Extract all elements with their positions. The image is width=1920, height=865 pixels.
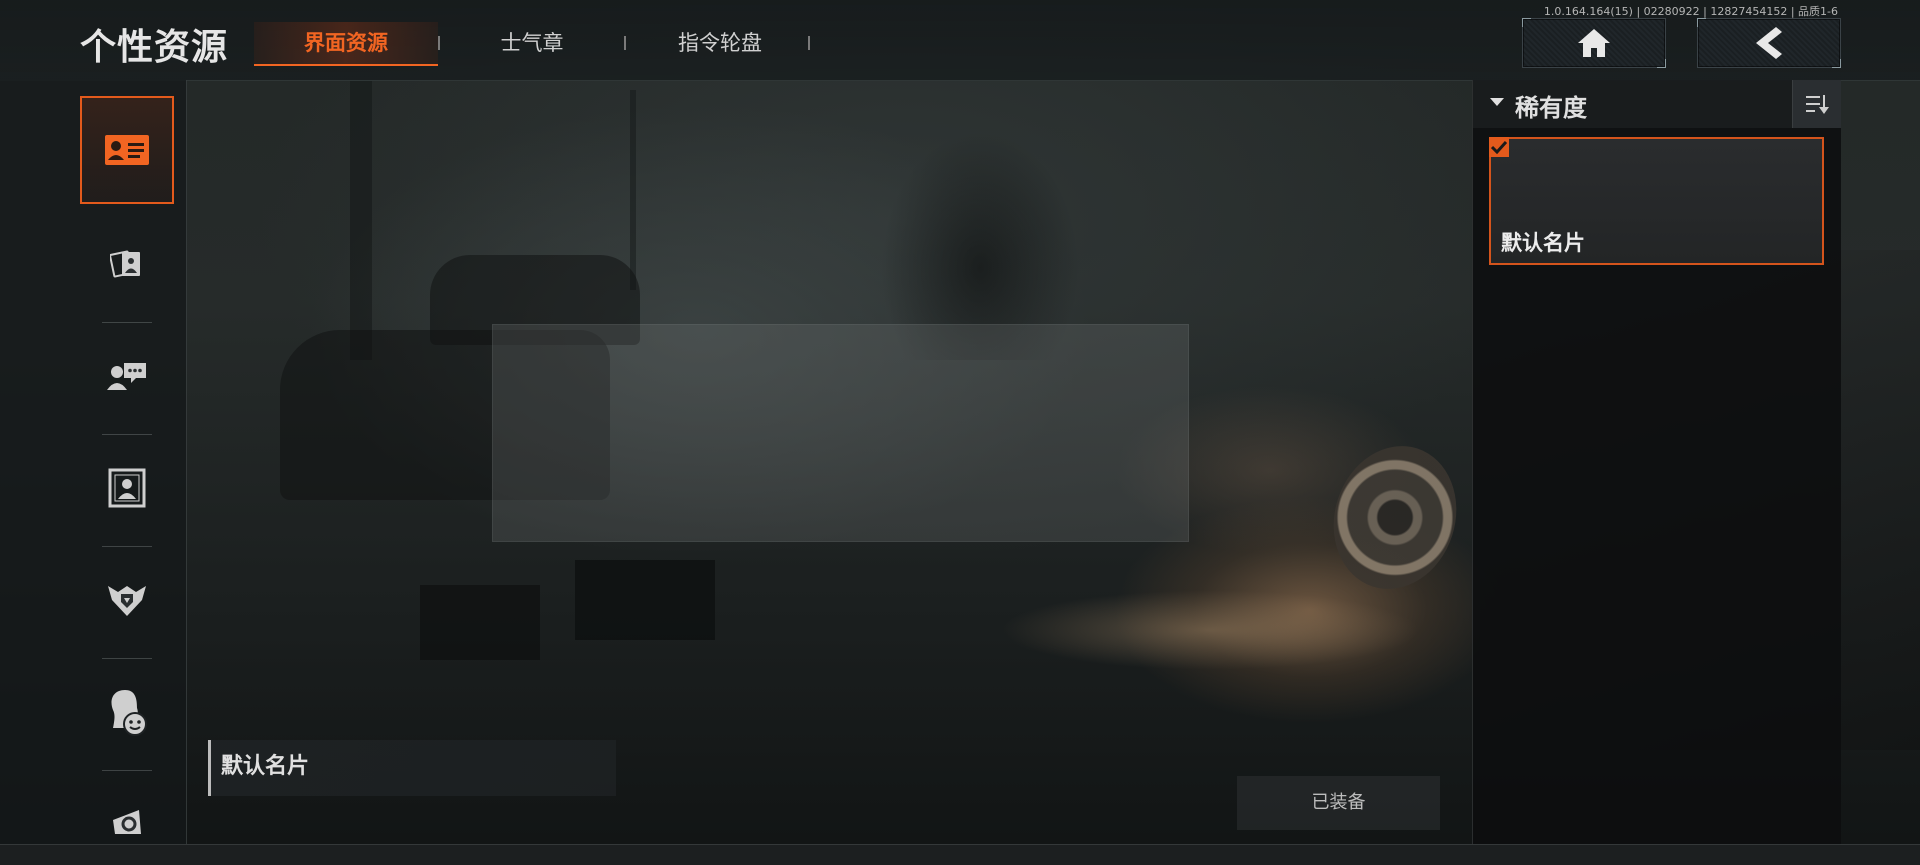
rarity-filter-header[interactable]: 稀有度 <box>1473 80 1841 128</box>
home-button[interactable] <box>1522 18 1666 68</box>
sidebar-item-photo-cards[interactable] <box>80 210 174 318</box>
corner-decoration <box>1697 18 1706 27</box>
checkmark-icon <box>1491 140 1507 154</box>
corner-decoration <box>1832 59 1841 68</box>
scene-ground-light <box>1000 590 1420 670</box>
caret-down-icon <box>1490 98 1504 106</box>
rarity-filter-label: 稀有度 <box>1515 94 1587 122</box>
scene-antenna <box>630 90 636 290</box>
corner-decoration <box>1522 18 1531 27</box>
sidebar-item-name-card[interactable] <box>80 96 174 204</box>
name-card-preview <box>492 324 1189 542</box>
tab-interface-resources[interactable]: 界面资源 <box>254 22 438 66</box>
tab-divider <box>624 36 626 50</box>
item-card-default-name-card[interactable]: 默认名片 <box>1489 137 1824 265</box>
scene-crate <box>420 585 540 660</box>
tab-command-wheel[interactable]: 指令轮盘 <box>658 22 782 64</box>
sidebar-item-emote[interactable] <box>80 658 174 766</box>
sidebar-item-spray[interactable] <box>80 780 174 836</box>
item-card-name: 默认名片 <box>1501 231 1585 255</box>
photo-cards-icon <box>110 250 140 278</box>
tab-morale-badge[interactable]: 士气章 <box>470 22 594 64</box>
sort-icon <box>1806 95 1829 114</box>
version-info: 1.0.164.164(15) | 02280922 | 12827454152… <box>1543 5 1838 18</box>
scene-pole <box>350 80 372 360</box>
tab-divider <box>808 36 810 50</box>
rank-badge-icon <box>108 586 146 616</box>
sidebar-item-portrait-frame[interactable] <box>80 434 174 542</box>
spray-icon <box>113 810 141 834</box>
sidebar-divider <box>102 770 152 771</box>
scene-wheel <box>1315 430 1475 605</box>
bottom-strip <box>0 844 1920 865</box>
scene-crate <box>575 560 715 640</box>
page-title: 个性资源 <box>80 27 229 68</box>
sidebar-item-rank-badge[interactable] <box>80 546 174 654</box>
home-icon <box>1578 29 1610 57</box>
back-button[interactable] <box>1697 18 1841 68</box>
selected-checkbox <box>1489 137 1509 157</box>
item-list-panel: 稀有度 默认名片 <box>1472 80 1841 844</box>
top-bar: 个性资源 界面资源 士气章 指令轮盘 1.0.164.164(15) | 022… <box>0 0 1920 81</box>
corner-decoration <box>1657 59 1666 68</box>
selected-item-name: 默认名片 <box>208 740 616 796</box>
tab-divider <box>438 36 440 50</box>
chat-bubble-user-icon <box>107 363 146 390</box>
category-sidebar <box>0 80 187 844</box>
name-card-icon <box>105 135 149 165</box>
emote-head-icon <box>111 690 147 736</box>
sort-button[interactable] <box>1792 80 1841 128</box>
back-chevron-icon <box>1756 27 1782 59</box>
sidebar-item-chat-bubble[interactable] <box>80 322 174 430</box>
portrait-frame-icon <box>108 468 146 508</box>
equipped-status-button[interactable]: 已装备 <box>1237 776 1440 830</box>
